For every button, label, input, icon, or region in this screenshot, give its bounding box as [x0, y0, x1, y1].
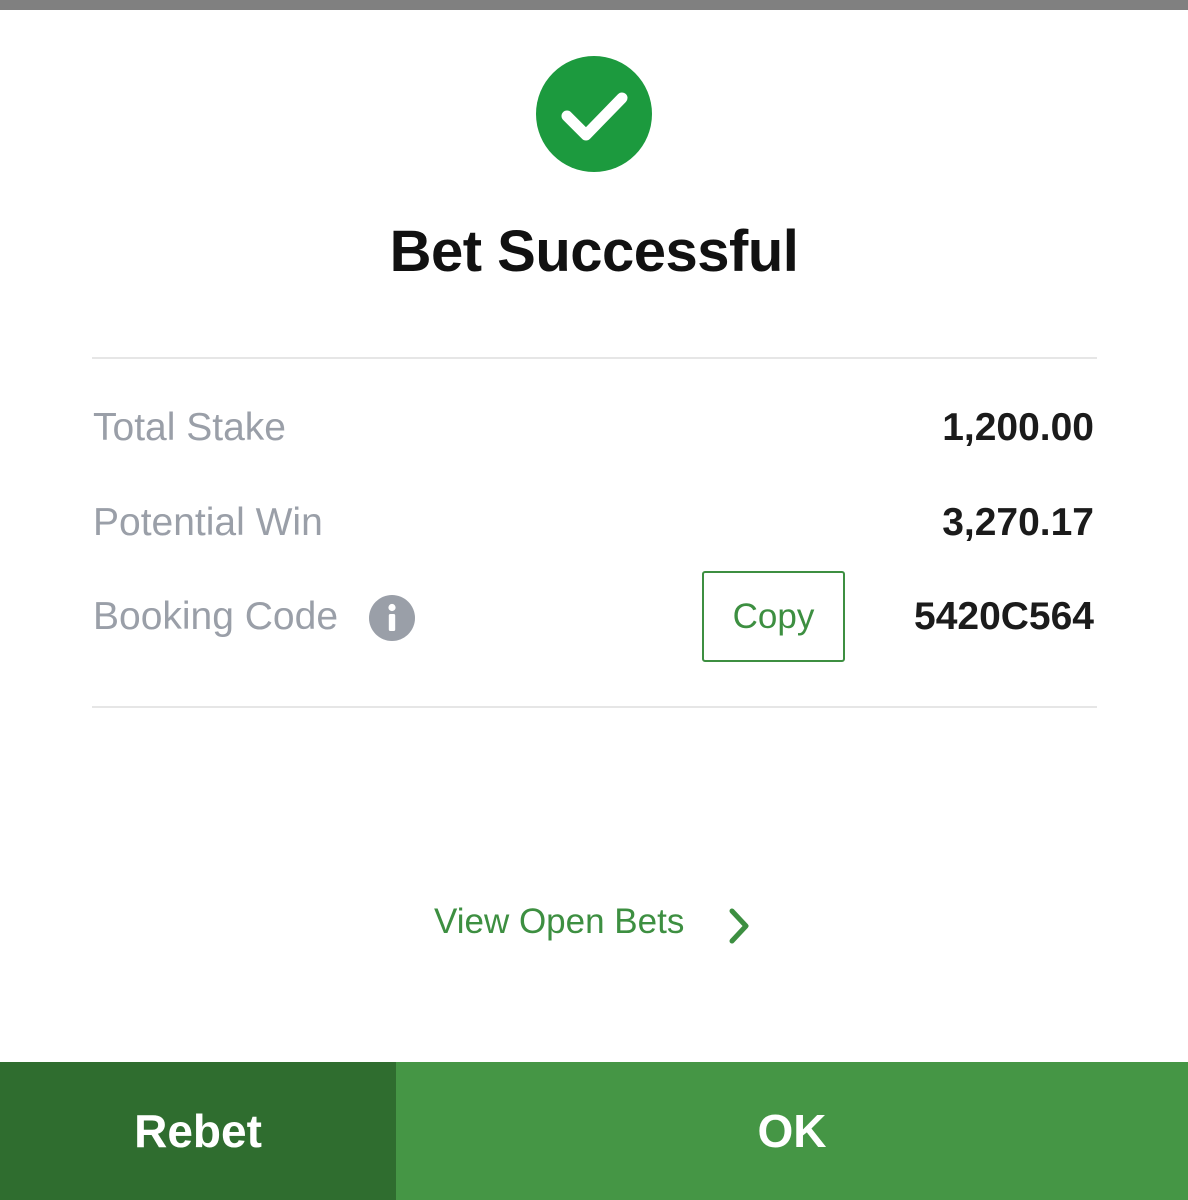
checkmark-circle-icon [536, 56, 652, 172]
potential-win-value: 3,270.17 [942, 501, 1094, 544]
rebet-button[interactable]: Rebet [0, 1062, 396, 1200]
booking-code-value: 5420C564 [914, 595, 1094, 638]
total-stake-label: Total Stake [93, 406, 286, 449]
info-icon[interactable] [369, 595, 415, 641]
chevron-right-icon[interactable] [724, 906, 754, 946]
view-open-bets-link[interactable]: View Open Bets [434, 900, 684, 950]
top-edge-bar [0, 0, 1188, 10]
footer-actions: Rebet OK [0, 1062, 1188, 1200]
total-stake-value: 1,200.00 [942, 406, 1094, 449]
divider-top [92, 357, 1097, 359]
view-open-bets-label: View Open Bets [434, 901, 685, 941]
potential-win-label: Potential Win [93, 501, 323, 544]
divider-bottom [92, 706, 1097, 708]
copy-button[interactable]: Copy [702, 571, 845, 662]
page-title: Bet Successful [389, 219, 799, 284]
ok-button[interactable]: OK [396, 1062, 1188, 1200]
booking-code-label: Booking Code [93, 595, 339, 638]
